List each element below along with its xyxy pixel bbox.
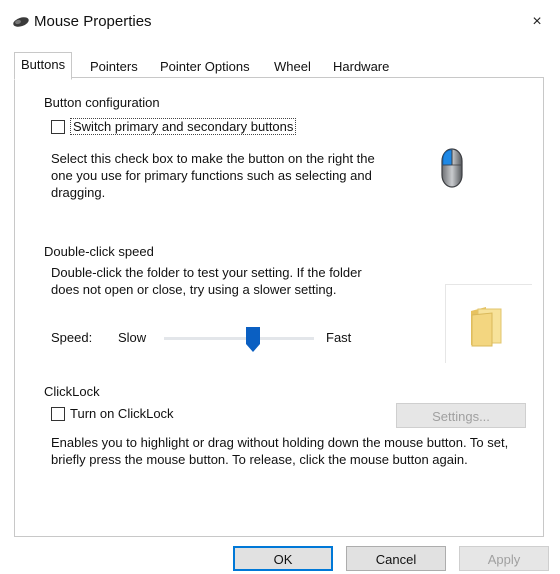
double-click-speed-title: Double-click speed [44,244,154,259]
tab-wheel[interactable]: Wheel [268,56,317,78]
button-configuration-description: Select this check box to make the button… [51,151,375,200]
tab-buttons[interactable]: Buttons [14,52,73,80]
tab-wheel-label: Wheel [274,59,311,74]
clicklock-title: ClickLock [44,384,100,399]
mouse-left-button-icon [441,148,463,188]
window-title: Mouse Properties [34,13,152,30]
close-icon: × [532,13,542,30]
button-configuration-title: Button configuration [44,95,160,110]
folder-icon[interactable] [468,305,506,347]
mouse-icon [13,17,29,27]
speed-label: Speed: [51,330,93,345]
tab-hardware[interactable]: Hardware [327,56,395,78]
clicklock-description: Enables you to highlight or drag without… [51,435,509,467]
fast-label: Fast [326,330,352,345]
double-click-description: Double-click the folder to test your set… [51,265,362,297]
switch-buttons-checkbox[interactable] [51,120,65,134]
clicklock-checkbox[interactable] [51,407,65,421]
ok-button[interactable]: OK [233,546,333,571]
clicklock-settings-button[interactable]: Settings... [396,403,526,428]
tab-pointer-options-label: Pointer Options [160,59,250,74]
clicklock-label[interactable]: Turn on ClickLock [70,406,174,421]
switch-buttons-label[interactable]: Switch primary and secondary buttons [70,118,297,135]
switch-buttons-label-text: Switch primary and secondary buttons [70,118,297,135]
tab-hardware-label: Hardware [333,59,390,74]
close-button[interactable]: × [514,0,560,44]
speed-slider-thumb[interactable] [246,327,260,352]
tab-buttons-label: Buttons [21,57,66,72]
cancel-button[interactable]: Cancel [346,546,446,571]
apply-button[interactable]: Apply [459,546,549,571]
slow-label: Slow [118,330,147,345]
tab-pointers[interactable]: Pointers [84,56,144,78]
test-folder-area[interactable] [445,284,532,363]
tab-pointer-options[interactable]: Pointer Options [154,56,256,78]
speed-slider-track[interactable] [164,337,314,340]
title-bar: Mouse Properties × [0,0,560,44]
tab-pointers-label: Pointers [90,59,138,74]
